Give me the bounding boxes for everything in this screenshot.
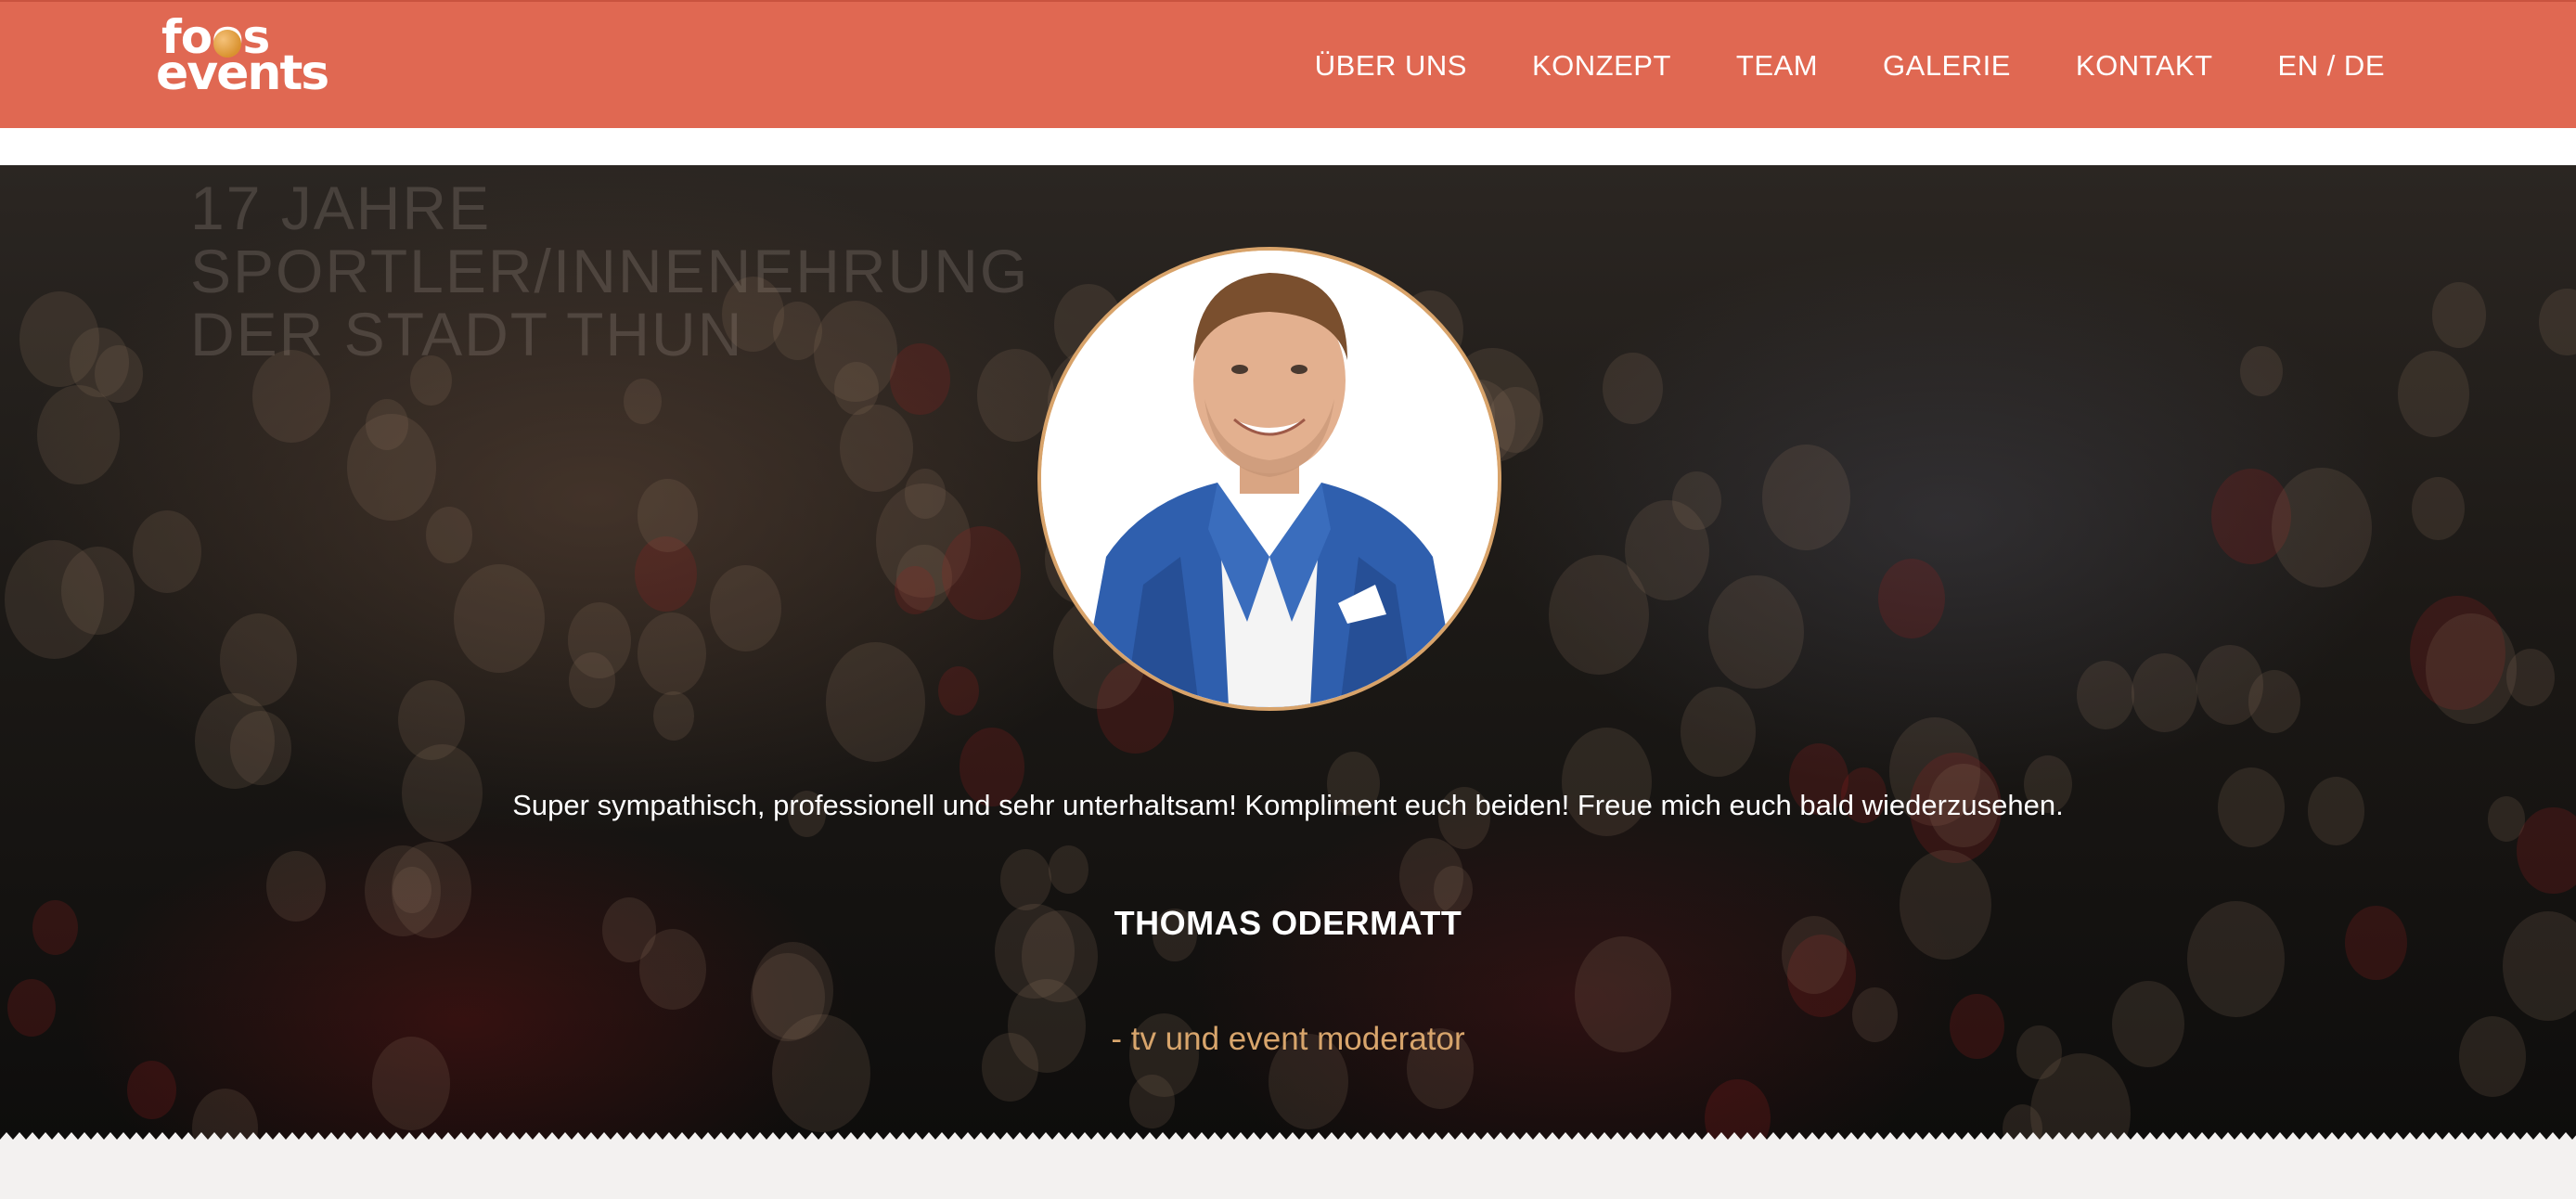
crowd-blob [1048, 844, 1088, 894]
crowd-blob [938, 666, 979, 716]
header-spacer [0, 128, 2576, 165]
crowd-blob [624, 378, 663, 424]
portrait-person-icon [1041, 251, 1498, 707]
banner-line: 17 JAHRE [190, 174, 492, 242]
crowd-blob [2240, 345, 2283, 397]
crowd-blob [637, 612, 706, 695]
crowd-blob [37, 384, 121, 485]
crowd-blob [252, 350, 330, 444]
testimonial-portrait [1037, 247, 1501, 711]
crowd-blob [453, 563, 545, 674]
crowd-blob [127, 1061, 176, 1119]
crowd-blob [652, 690, 694, 741]
crowd-blob [709, 564, 782, 651]
crowd-blob [2412, 477, 2466, 541]
crowd-blob [1671, 471, 1721, 530]
crowd-blob [410, 355, 453, 406]
crowd-blob [637, 479, 698, 552]
crowd-blob [890, 342, 950, 416]
crowd-blob [942, 525, 1021, 620]
crowd-blob [1603, 353, 1663, 425]
crowd-blob [840, 405, 913, 493]
background-banner-text: 17 JAHRE SPORTLER/INNENEHRUNG DER STADT … [190, 176, 1029, 366]
crowd-blob [219, 613, 298, 707]
crowd-blob [1680, 687, 1756, 778]
crowd-blob [132, 509, 202, 594]
crowd-blob [894, 566, 935, 615]
crowd-blob [826, 642, 926, 762]
foos-events-logo[interactable]: foos events [156, 14, 329, 97]
crowd-blob [229, 710, 292, 785]
crowd-blob [2425, 613, 2518, 724]
crowd-blob [567, 602, 631, 679]
crowd-blob [366, 399, 408, 451]
testimonial-quote: Super sympathisch, professionell und seh… [512, 789, 2064, 821]
main-navigation: ÜBER UNS KONZEPT TEAM GALERIE KONTAKT EN… [1250, 2, 2385, 130]
crowd-blob [1549, 555, 1649, 676]
language-switcher[interactable]: EN / DE [2278, 49, 2385, 83]
crowd-blob [2077, 661, 2135, 730]
nav-item-kontakt[interactable]: KONTAKT [2076, 49, 2213, 83]
crowd-blob [5, 540, 104, 659]
crowd-blob [425, 507, 473, 563]
crowd-blob [1878, 559, 1946, 638]
crowd-blob [1000, 849, 1052, 911]
testimonial-hero: 17 JAHRE SPORTLER/INNENEHRUNG DER STADT … [0, 165, 2576, 1141]
crowd-blob [1708, 574, 1804, 690]
logo-text-line2: events [156, 45, 329, 101]
banner-line: SPORTLER/INNENEHRUNG [190, 237, 1030, 305]
nav-item-ueber-uns[interactable]: ÜBER UNS [1315, 49, 1467, 83]
nav-item-galerie[interactable]: GALERIE [1883, 49, 2011, 83]
nav-item-team[interactable]: TEAM [1736, 49, 1818, 83]
crowd-blob [2272, 468, 2372, 588]
crowd-blob [2196, 645, 2263, 725]
next-section-band [0, 1141, 2576, 1199]
crowd-blob [19, 291, 99, 388]
crowd-blob [1761, 445, 1850, 550]
testimonial-author-role: - tv und event moderator [1111, 1021, 1465, 1057]
site-header: foos events ÜBER UNS KONZEPT TEAM GALERI… [0, 0, 2576, 128]
crowd-blob [2132, 652, 2197, 732]
crowd-blob [2431, 282, 2487, 348]
crowd-blob [2539, 288, 2576, 356]
nav-item-konzept[interactable]: KONZEPT [1532, 49, 1671, 83]
crowd-blob [813, 301, 898, 402]
testimonial-author: THOMAS ODERMATT [1114, 904, 1462, 942]
crowd-blob [2398, 351, 2470, 437]
